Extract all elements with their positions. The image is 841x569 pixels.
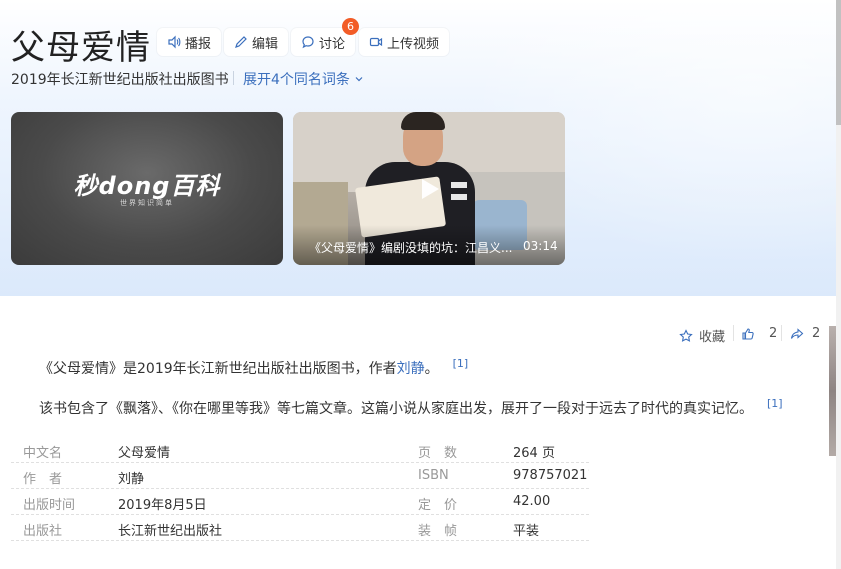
broadcast-button[interactable]: 播报 <box>157 28 222 56</box>
info-value: 平装 <box>513 524 540 539</box>
info-label: 中文名 <box>23 446 63 461</box>
toolbar-divider <box>733 325 734 341</box>
chevron-down-icon <box>355 77 363 82</box>
subtitle-divider <box>233 71 234 85</box>
scrollbar[interactable] <box>836 0 841 569</box>
sleeve-stripe <box>451 182 467 188</box>
edit-label: 编辑 <box>252 36 279 52</box>
intro-text-end: 。 <box>424 361 439 377</box>
info-row: 出版时间 2019年8月5日 定 价 42.00 <box>11 489 589 515</box>
info-label: 出版时间 <box>23 498 76 513</box>
info-value: 父母爱情 <box>118 446 171 461</box>
share-button[interactable]: 2 <box>790 326 820 341</box>
reference-link[interactable]: [1] <box>453 357 469 370</box>
intro-paragraph-2: 该书包含了《飘落》、《你在哪里等我》等七篇文章。这篇小说从家庭出发，展开了一段对… <box>39 397 783 418</box>
thumbs-up-icon <box>742 327 754 340</box>
entry-subtitle: 2019年长江新世纪出版社出版图书 <box>11 72 229 88</box>
video-duration: 03:14 <box>523 239 558 253</box>
intro-text: 该书包含了《飘落》、《你在哪里等我》等七篇文章。这篇小说从家庭出发，展开了一段对… <box>39 401 753 417</box>
info-row: 出版社 长江新世纪出版社 装 帧 平装 <box>11 515 589 541</box>
info-label: 页 数 <box>418 446 458 461</box>
info-row: 中文名 父母爱情 页 数 264 页 <box>11 437 589 463</box>
info-value: 42.00 <box>513 494 551 509</box>
share-icon <box>790 327 804 339</box>
star-icon <box>679 328 693 342</box>
video-card-miaodong[interactable]: 秒dong百科 世界知识简单 <box>11 112 283 265</box>
info-label: ISBN <box>418 468 449 483</box>
info-label: 定 价 <box>418 498 458 513</box>
favorite-label: 收藏 <box>699 330 726 345</box>
info-value: 刘静 <box>118 472 145 487</box>
broadcast-label: 播报 <box>185 36 212 52</box>
edit-button[interactable]: 编辑 <box>224 28 289 56</box>
intro-text: 《父母爱情》是2019年长江新世纪出版社出版图书，作者 <box>39 361 397 377</box>
share-count: 2 <box>812 326 821 341</box>
side-image-edge <box>829 326 836 456</box>
scrollbar-thumb[interactable] <box>836 0 841 125</box>
like-button[interactable]: 2 <box>741 326 777 341</box>
video-camera-icon <box>369 37 383 47</box>
page-title: 父母爱情 <box>11 28 151 68</box>
expand-homonyms-link[interactable]: 展开4个同名词条 <box>243 69 364 89</box>
discuss-label: 讨论 <box>319 36 346 52</box>
intro-paragraph-1: 《父母爱情》是2019年长江新世纪出版社出版图书，作者刘静。 [1] <box>39 357 468 378</box>
info-label: 出版社 <box>23 524 63 539</box>
pencil-icon <box>235 36 247 48</box>
sleeve-stripe <box>451 194 467 200</box>
favorite-button[interactable]: 收藏 <box>679 326 725 345</box>
author-link[interactable]: 刘静 <box>397 361 425 377</box>
reference-link[interactable]: [1] <box>767 397 783 410</box>
video-caption: 《父母爱情》编剧没填的坑：江昌义... <box>309 241 513 255</box>
toolbar-divider <box>781 325 782 341</box>
info-value: 长江新世纪出版社 <box>118 524 223 539</box>
play-icon[interactable] <box>413 174 443 204</box>
video-thumbnail-hair <box>401 112 445 130</box>
info-row: 作 者 刘静 ISBN 97875702112 <box>11 463 589 489</box>
like-count: 2 <box>769 326 778 341</box>
speaker-icon <box>168 35 181 49</box>
upload-video-button[interactable]: 上传视频 <box>359 28 450 56</box>
miaodong-logo: 秒dong百科 <box>73 172 221 200</box>
upload-video-label: 上传视频 <box>387 36 440 52</box>
discuss-count-badge: 6 <box>342 18 359 35</box>
expand-homonyms-label: 展开4个同名词条 <box>243 72 350 88</box>
info-value: 264 页 <box>513 446 555 461</box>
miaodong-slogan: 世界知识简单 <box>120 199 174 207</box>
info-value: 97875702112 <box>513 468 589 483</box>
info-value: 2019年8月5日 <box>118 498 207 513</box>
comment-icon <box>302 36 314 49</box>
info-label: 装 帧 <box>418 524 458 539</box>
video-card-main[interactable]: 《父母爱情》编剧没填的坑：江昌义... 03:14 <box>293 112 565 265</box>
info-label: 作 者 <box>23 472 63 487</box>
